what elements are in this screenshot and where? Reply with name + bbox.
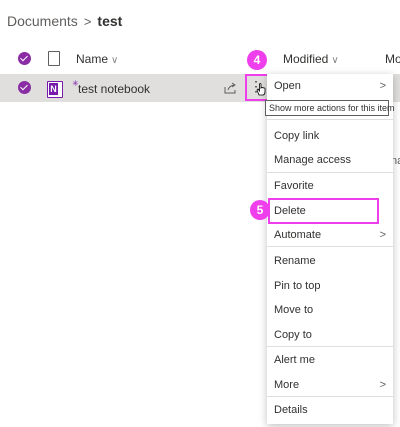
menu-item-more[interactable]: More > (267, 374, 393, 396)
menu-item-automate-label: Automate (274, 229, 322, 241)
menu-item-copy-to-label: Copy to (274, 329, 312, 341)
share-icon[interactable] (224, 82, 237, 94)
menu-item-copy-to[interactable]: Copy to (267, 324, 393, 346)
menu-item-details[interactable]: Details (267, 399, 393, 421)
menu-item-favorite-label: Favorite (274, 180, 314, 192)
column-header-name-label: Name (76, 52, 109, 66)
breadcrumb-documents[interactable]: Documents (7, 13, 78, 29)
chevron-down-icon: ∨ (111, 55, 119, 66)
menu-item-rename-label: Rename (274, 255, 316, 267)
menu-item-copy-link[interactable]: Copy link (267, 125, 393, 147)
menu-item-details-label: Details (274, 404, 308, 416)
menu-item-manage-access-label: Manage access (274, 154, 352, 166)
chevron-down-icon: ∨ (331, 55, 339, 66)
menu-item-open[interactable]: Open > (267, 75, 393, 97)
breadcrumb-separator-icon: > (83, 13, 92, 29)
highlight-more-actions (245, 74, 269, 101)
menu-item-move-to-label: Move to (274, 304, 314, 316)
column-header-modified-label: Modified (283, 52, 329, 66)
chevron-right-icon: > (379, 80, 386, 92)
menu-item-rename[interactable]: Rename (267, 250, 393, 272)
breadcrumb-current: test (97, 13, 123, 29)
menu-item-manage-access[interactable]: Manage access (267, 149, 393, 171)
file-name[interactable]: test notebook (78, 82, 150, 96)
menu-divider (267, 396, 393, 397)
menu-divider (267, 246, 393, 247)
file-type-icon (48, 51, 60, 66)
onenote-file-icon (47, 81, 63, 98)
menu-item-open-label: Open (274, 80, 301, 92)
menu-item-move-to[interactable]: Move to (267, 299, 393, 321)
column-header-modified-by[interactable]: Mo (385, 52, 400, 66)
menu-item-copy-link-label: Copy link (274, 130, 320, 142)
column-header-modified[interactable]: Modified ∨ (283, 52, 339, 66)
menu-item-alert-me[interactable]: Alert me (267, 349, 393, 371)
highlight-delete (268, 198, 379, 224)
menu-item-alert-me-label: Alert me (274, 354, 315, 366)
menu-item-favorite[interactable]: Favorite (267, 175, 393, 197)
chevron-right-icon: > (379, 379, 386, 391)
menu-item-more-label: More (274, 379, 300, 391)
select-all-checkbox[interactable] (18, 52, 31, 65)
row-checkbox[interactable] (18, 81, 31, 94)
menu-item-pin-to-top[interactable]: Pin to top (267, 275, 393, 297)
column-header-name[interactable]: Name ∨ (76, 52, 118, 66)
menu-divider (267, 119, 393, 120)
chevron-right-icon: > (379, 229, 386, 241)
menu-divider (267, 172, 393, 173)
breadcrumb: Documents > test (7, 11, 122, 31)
menu-item-automate[interactable]: Automate > (267, 224, 393, 246)
more-actions-tooltip: Show more actions for this item (265, 100, 395, 116)
list-header: Name ∨ Modified ∨ Mo (0, 46, 400, 72)
menu-item-pin-to-top-label: Pin to top (274, 280, 321, 292)
menu-divider (267, 346, 393, 347)
step-5-badge: 5 (250, 200, 270, 220)
context-menu: Open > Copy link Manage access Favorite … (267, 74, 393, 424)
step-4-badge: 4 (247, 50, 267, 70)
